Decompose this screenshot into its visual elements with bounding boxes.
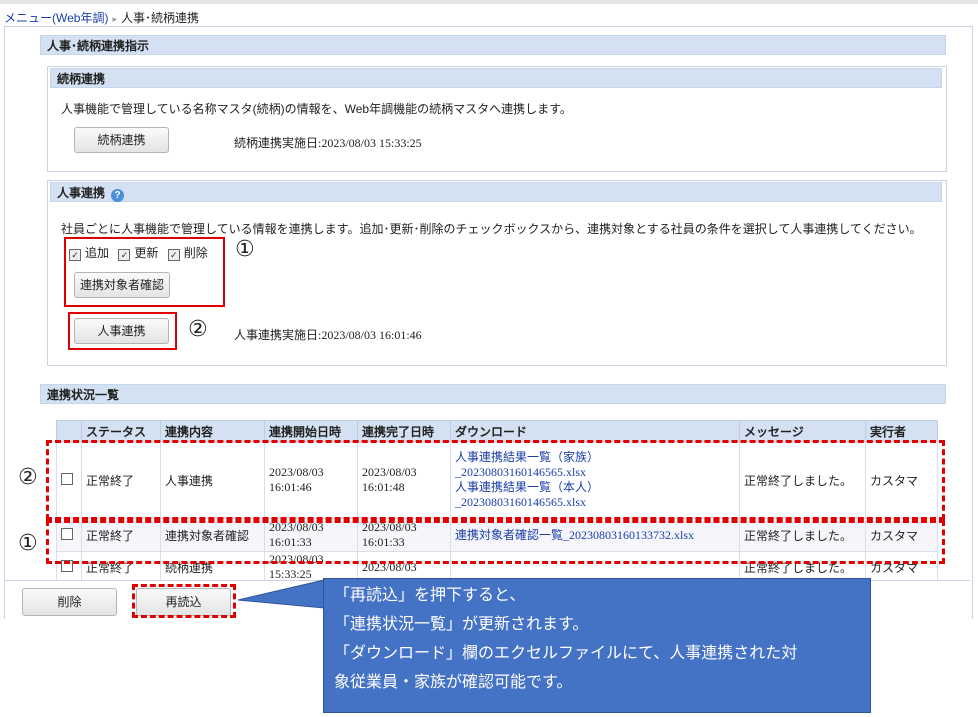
column-content: 連携内容 bbox=[160, 420, 265, 442]
zokugara-title: 続柄連携 bbox=[57, 72, 106, 86]
column-message: メッセージ bbox=[739, 420, 866, 442]
highlight-dashed-row-2 bbox=[46, 440, 945, 520]
breadcrumb-menu-link[interactable]: メニュー(Web年調) bbox=[4, 11, 108, 25]
callout-line-1: 「再読込」を押下すると、 bbox=[334, 587, 526, 604]
zokugara-link-button[interactable]: 続柄連携 bbox=[74, 127, 169, 153]
jinji-description: 社員ごとに人事機能で管理している情報を連携します。追加･更新･削除のチェックボッ… bbox=[61, 222, 922, 236]
column-start: 連携開始日時 bbox=[264, 420, 358, 442]
breadcrumb-separator-icon: ▸ bbox=[112, 14, 117, 24]
column-status: ステータス bbox=[81, 420, 161, 442]
callout-box: 「再読込」を押下すると、 「連携状況一覧」が更新されます。 「ダウンロード」欄の… bbox=[323, 578, 871, 713]
zokugara-description: 人事機能で管理している名称マスタ(続柄)の情報を、Web年調機能の続柄マスタへ連… bbox=[61, 102, 572, 116]
highlight-dashed-row-1 bbox=[46, 520, 945, 564]
annotation-mark-1-top: ① bbox=[235, 237, 255, 262]
status-list-header: 連携状況一覧 bbox=[40, 384, 946, 404]
annotation-mark-2-row: ② bbox=[18, 465, 38, 490]
highlight-dashed-reload bbox=[132, 584, 236, 618]
instruction-section-title: 人事･続柄連携指示 bbox=[47, 39, 150, 53]
top-bar bbox=[0, 0, 978, 4]
column-download: ダウンロード bbox=[450, 420, 740, 442]
zokugara-date: 続柄連携実施日:2023/08/03 15:33:25 bbox=[234, 136, 422, 150]
status-table-header-row: ステータス 連携内容 連携開始日時 連携完了日時 ダウンロード メッセージ 実行… bbox=[56, 420, 938, 442]
instruction-section-header: 人事･続柄連携指示 bbox=[40, 35, 946, 55]
callout-line-4: 象従業員・家族が確認可能です。 bbox=[334, 674, 573, 691]
status-list-title: 連携状況一覧 bbox=[47, 388, 120, 402]
breadcrumb-current: 人事･続柄連携 bbox=[120, 11, 199, 25]
jinji-title: 人事連携 bbox=[57, 186, 106, 200]
column-user: 実行者 bbox=[865, 420, 938, 442]
breadcrumb: メニュー(Web年調) ▸ 人事･続柄連携 bbox=[4, 9, 199, 26]
annotation-mark-1-row: ① bbox=[18, 531, 38, 556]
help-icon[interactable]: ? bbox=[111, 189, 125, 202]
highlight-box-2 bbox=[68, 312, 177, 350]
jinji-date: 人事連携実施日:2023/08/03 16:01:46 bbox=[234, 328, 422, 342]
zokugara-header: 続柄連携 bbox=[50, 68, 942, 88]
delete-button[interactable]: 削除 bbox=[22, 588, 117, 616]
jinji-header: 人事連携? bbox=[50, 182, 942, 202]
callout-line-2: 「連携状況一覧」が更新されます。 bbox=[334, 616, 589, 633]
annotation-mark-2-top: ② bbox=[188, 317, 208, 342]
column-select bbox=[56, 420, 82, 442]
callout-pointer bbox=[237, 579, 325, 609]
callout-line-3: 「ダウンロード」欄のエクセルファイルにて、人事連携された対 bbox=[334, 645, 798, 662]
highlight-box-1 bbox=[64, 237, 225, 307]
column-end: 連携完了日時 bbox=[357, 420, 451, 442]
